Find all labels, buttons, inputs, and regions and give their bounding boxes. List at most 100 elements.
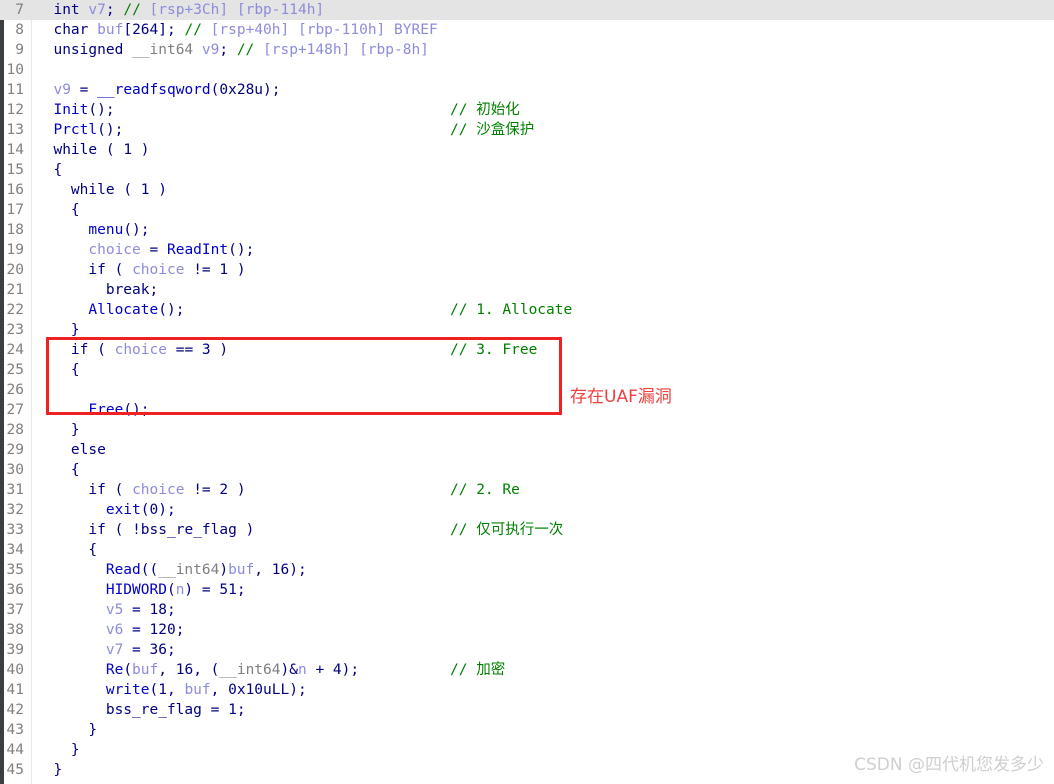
line-number: 33	[6, 522, 24, 538]
code-line-33[interactable]: 33 if ( !bss_re_flag ) // 仅可执行一次	[0, 520, 1054, 540]
code-text: Re(buf, 16, (__int64)&n + 4);	[105, 662, 360, 678]
code-text: Init();	[53, 102, 115, 118]
code-line-39[interactable]: 39 v7 = 36;	[0, 640, 1054, 660]
code-line-17[interactable]: 17 {	[0, 200, 1054, 220]
line-number: 38	[6, 622, 24, 638]
code-text: v9 = __readfsqword(0x28u);	[53, 82, 281, 98]
line-number: 24	[6, 342, 24, 358]
line-number: 11	[6, 82, 24, 98]
code-line-41[interactable]: 41 write(1, buf, 0x10uLL);	[0, 680, 1054, 700]
code-text: if ( !bss_re_flag )	[88, 522, 255, 538]
line-number: 27	[6, 402, 24, 418]
line-number: 7	[15, 2, 24, 18]
code-text: }	[70, 742, 80, 758]
line-number: 39	[6, 642, 24, 658]
code-line-36[interactable]: 36 HIDWORD(n) = 51;	[0, 580, 1054, 600]
line-number: 21	[6, 282, 24, 298]
line-number: 9	[15, 42, 24, 58]
code-text: }	[53, 762, 63, 778]
code-line-10[interactable]: 10	[0, 60, 1054, 80]
code-text: int v7; // [rsp+3Ch] [rbp-114h]	[53, 2, 325, 18]
code-line-40[interactable]: 40 Re(buf, 16, (__int64)&n + 4); // 加密	[0, 660, 1054, 680]
pseudocode-window: 7 int v7; // [rsp+3Ch] [rbp-114h] 8 char …	[0, 0, 1054, 784]
line-number: 18	[6, 222, 24, 238]
code-line-26[interactable]: 26	[0, 380, 1054, 400]
line-number: 37	[6, 602, 24, 618]
line-number: 42	[6, 702, 24, 718]
line-number: 8	[15, 22, 24, 38]
code-line-21[interactable]: 21 break;	[0, 280, 1054, 300]
line-number: 15	[6, 162, 24, 178]
line-number: 29	[6, 442, 24, 458]
code-text: }	[70, 422, 80, 438]
code-line-15[interactable]: 15 {	[0, 160, 1054, 180]
code-line-7[interactable]: 7 int v7; // [rsp+3Ch] [rbp-114h]	[0, 0, 1054, 20]
code-text: Prctl();	[53, 122, 124, 138]
code-text: while ( 1 )	[53, 142, 150, 158]
code-line-24[interactable]: 24 if ( choice == 3 ) // 3. Free	[0, 340, 1054, 360]
inline-comment: // 初始化	[450, 102, 520, 118]
line-number: 14	[6, 142, 24, 158]
code-text: {	[70, 362, 80, 378]
code-line-13[interactable]: 13 Prctl(); // 沙盒保护	[0, 120, 1054, 140]
code-line-32[interactable]: 32 exit(0);	[0, 500, 1054, 520]
line-number: 20	[6, 262, 24, 278]
code-line-38[interactable]: 38 v6 = 120;	[0, 620, 1054, 640]
code-line-34[interactable]: 34 {	[0, 540, 1054, 560]
code-line-25[interactable]: 25 {	[0, 360, 1054, 380]
code-line-37[interactable]: 37 v5 = 18;	[0, 600, 1054, 620]
code-text: unsigned __int64 v9; // [rsp+148h] [rbp-…	[53, 42, 429, 58]
code-line-14[interactable]: 14 while ( 1 )	[0, 140, 1054, 160]
code-line-31[interactable]: 31 if ( choice != 2 ) // 2. Re	[0, 480, 1054, 500]
code-text: write(1, buf, 0x10uLL);	[105, 682, 307, 698]
code-line-28[interactable]: 28 }	[0, 420, 1054, 440]
code-text: }	[70, 322, 80, 338]
code-text: }	[88, 722, 98, 738]
code-text: if ( choice != 2 )	[88, 482, 246, 498]
code-line-27[interactable]: 27 Free();	[0, 400, 1054, 420]
line-number: 28	[6, 422, 24, 438]
code-text: {	[70, 462, 80, 478]
code-text: break;	[105, 282, 159, 298]
code-line-29[interactable]: 29 else	[0, 440, 1054, 460]
code-text: v6 = 120;	[105, 622, 185, 638]
code-line-8[interactable]: 8 char buf[264]; // [rsp+40h] [rbp-110h]…	[0, 20, 1054, 40]
line-number: 16	[6, 182, 24, 198]
line-number: 13	[6, 122, 24, 138]
code-text: char buf[264]; // [rsp+40h] [rbp-110h] B…	[53, 22, 438, 38]
code-text: {	[53, 162, 63, 178]
line-number: 19	[6, 242, 24, 258]
inline-comment: // 2. Re	[450, 482, 520, 498]
csdn-watermark: CSDN @四代机您发多少	[854, 755, 1044, 775]
code-line-19[interactable]: 19 choice = ReadInt();	[0, 240, 1054, 260]
line-number: 23	[6, 322, 24, 338]
code-text: Read((__int64)buf, 16);	[105, 562, 307, 578]
line-number: 17	[6, 202, 24, 218]
code-line-9[interactable]: 9 unsigned __int64 v9; // [rsp+148h] [rb…	[0, 40, 1054, 60]
line-number: 32	[6, 502, 24, 518]
code-viewport[interactable]: 7 int v7; // [rsp+3Ch] [rbp-114h] 8 char …	[0, 0, 1054, 784]
code-text: menu();	[88, 222, 150, 238]
code-line-43[interactable]: 43 }	[0, 720, 1054, 740]
line-number: 22	[6, 302, 24, 318]
code-line-20[interactable]: 20 if ( choice != 1 )	[0, 260, 1054, 280]
code-line-12[interactable]: 12 Init(); // 初始化	[0, 100, 1054, 120]
code-line-42[interactable]: 42 bss_re_flag = 1;	[0, 700, 1054, 720]
line-number: 41	[6, 682, 24, 698]
line-number: 26	[6, 382, 24, 398]
inline-comment: // 沙盒保护	[450, 122, 535, 138]
line-number: 25	[6, 362, 24, 378]
code-text: while ( 1 )	[70, 182, 167, 198]
inline-comment: // 加密	[450, 662, 506, 678]
code-line-16[interactable]: 16 while ( 1 )	[0, 180, 1054, 200]
code-text: v5 = 18;	[105, 602, 176, 618]
code-text: v7 = 36;	[105, 642, 176, 658]
code-line-23[interactable]: 23 }	[0, 320, 1054, 340]
line-number: 12	[6, 102, 24, 118]
code-line-35[interactable]: 35 Read((__int64)buf, 16);	[0, 560, 1054, 580]
code-line-11[interactable]: 11 v9 = __readfsqword(0x28u);	[0, 80, 1054, 100]
code-line-30[interactable]: 30 {	[0, 460, 1054, 480]
code-line-22[interactable]: 22 Allocate(); // 1. Allocate	[0, 300, 1054, 320]
code-line-18[interactable]: 18 menu();	[0, 220, 1054, 240]
code-text: if ( choice != 1 )	[88, 262, 246, 278]
